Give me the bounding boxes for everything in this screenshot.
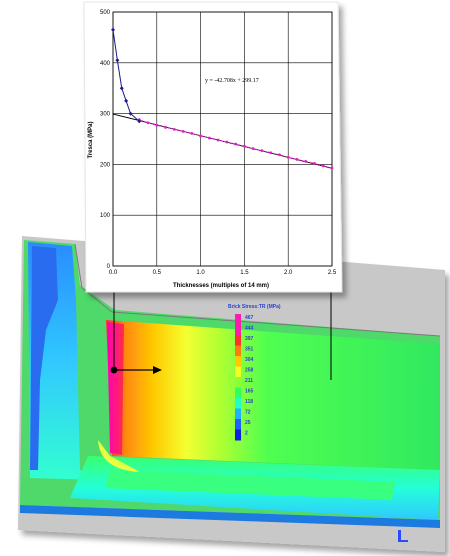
magenta-point (251, 147, 255, 151)
fea-stress-field (106, 320, 440, 470)
chart-card-background (83, 1, 343, 293)
magenta-point (199, 134, 203, 138)
magenta-point (207, 136, 211, 140)
y-tick-label: 200 (100, 162, 111, 168)
legend-swatch (235, 377, 241, 388)
magenta-point (243, 144, 246, 148)
tresca-chart-card (83, 1, 343, 293)
magenta-point (190, 132, 194, 135)
magenta-point (278, 153, 281, 157)
x-tick-label: 2.5 (328, 270, 337, 276)
magenta-point (216, 138, 220, 142)
legend-value: 351 (245, 347, 254, 353)
legend-value: 211 (245, 378, 253, 384)
legend-swatch (235, 335, 241, 346)
legend-swatch (235, 356, 241, 367)
y-tick-label: 100 (100, 213, 111, 219)
legend-value: 2 (245, 431, 248, 437)
legend-value: 25 (245, 420, 251, 426)
magenta-point (172, 127, 176, 131)
legend-value: 397 (245, 336, 254, 342)
legend-swatch (235, 366, 241, 378)
x-tick-label: 1.0 (196, 270, 205, 276)
x-tick-label: 1.5 (240, 270, 249, 276)
magenta-point (286, 155, 290, 159)
legend-swatch (235, 345, 241, 357)
legend-swatch (235, 398, 241, 409)
legend-value: 165 (245, 389, 254, 395)
magenta-point (181, 129, 185, 133)
y-tick-label: 500 (100, 10, 111, 16)
legend-swatch (235, 429, 241, 441)
magenta-point (321, 164, 325, 168)
y-tick-label: 300 (100, 112, 111, 118)
magenta-point (164, 125, 167, 129)
x-axis-title: Thicknesses (multiples of 14 mm) (173, 283, 269, 289)
x-tick-label: 0.0 (109, 270, 118, 276)
magenta-point (313, 161, 316, 165)
magenta-point (225, 140, 229, 144)
legend-value: 304 (245, 357, 254, 363)
magenta-point (234, 142, 238, 146)
legend-title: Brick Stress:TR (MPa) (228, 304, 281, 310)
magenta-point (146, 121, 150, 125)
y-axis-title: Tresca (MPa) (88, 121, 94, 158)
legend-value: 258 (245, 368, 254, 374)
magenta-point (304, 159, 308, 163)
trendline-equation: y = -42.708x + 299.17 (205, 78, 259, 84)
magenta-point (295, 157, 299, 161)
x-tick-label: 2.0 (284, 270, 293, 276)
magenta-point (155, 123, 159, 127)
magenta-point (260, 149, 264, 153)
legend-swatch (235, 408, 241, 420)
magenta-point (330, 166, 334, 170)
legend-value: 467 (245, 315, 254, 321)
legend-swatch (235, 419, 241, 430)
x-tick-label: 0.5 (153, 270, 162, 276)
legend-value: 72 (245, 410, 251, 416)
legend-swatch (235, 314, 241, 325)
figure-canvas: Brick Stress:TR (MPa) 467 444 397 351 304 258… (18, 1, 445, 552)
magenta-point (269, 151, 273, 155)
legend-swatch (235, 324, 241, 336)
legend-value: 118 (245, 399, 253, 405)
legend-value: 444 (245, 326, 254, 332)
legend-swatch (235, 387, 241, 399)
y-tick-label: 400 (100, 61, 111, 67)
